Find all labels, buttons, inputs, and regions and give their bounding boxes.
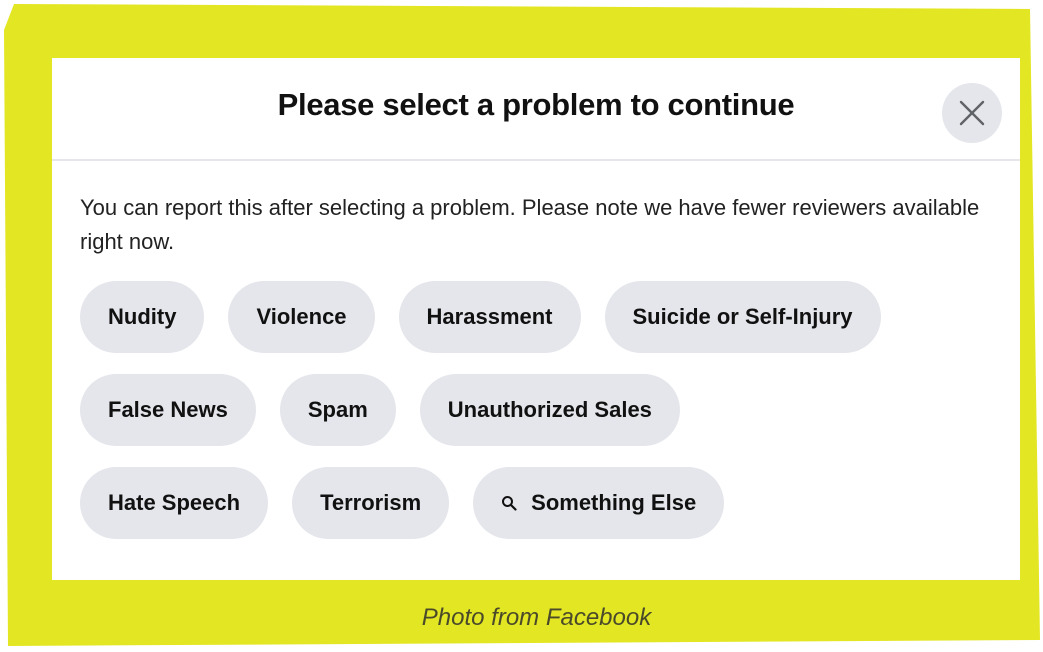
search-icon <box>501 495 517 511</box>
chip-violence[interactable]: Violence <box>228 281 375 353</box>
chip-hate-speech[interactable]: Hate Speech <box>80 467 269 539</box>
close-button[interactable] <box>942 83 1002 143</box>
chip-nudity[interactable]: Nudity <box>80 281 205 353</box>
chip-terrorism[interactable]: Terrorism <box>292 467 450 539</box>
close-icon <box>959 100 985 126</box>
chip-something-else-label: Something Else <box>531 490 697 515</box>
chip-spam[interactable]: Spam <box>279 374 396 446</box>
report-dialog: Please select a problem to continue You … <box>52 58 1020 580</box>
chip-row: False News Spam Unauthorized Sales <box>80 374 1000 446</box>
chip-harassment[interactable]: Harassment <box>398 281 581 353</box>
dialog-note: You can report this after selecting a pr… <box>80 195 980 254</box>
chip-false-news[interactable]: False News <box>80 374 256 446</box>
chip-row: Hate Speech Terrorism Something Else <box>80 467 1000 539</box>
dialog-header: Please select a problem to continue <box>52 58 1020 161</box>
problem-chips: Nudity Violence Harassment Suicide or Se… <box>80 281 1000 539</box>
chip-row: Nudity Violence Harassment Suicide or Se… <box>80 281 1000 353</box>
chip-something-else[interactable]: Something Else <box>473 467 725 539</box>
chip-suicide-or-self-injury[interactable]: Suicide or Self-Injury <box>604 281 881 353</box>
dialog-title: Please select a problem to continue <box>277 87 795 122</box>
dialog-body: You can report this after selecting a pr… <box>52 161 1020 539</box>
chip-unauthorized-sales[interactable]: Unauthorized Sales <box>419 374 680 446</box>
photo-caption: Photo from Facebook <box>421 604 652 631</box>
screenshot-frame: Please select a problem to continue You … <box>0 0 1043 652</box>
